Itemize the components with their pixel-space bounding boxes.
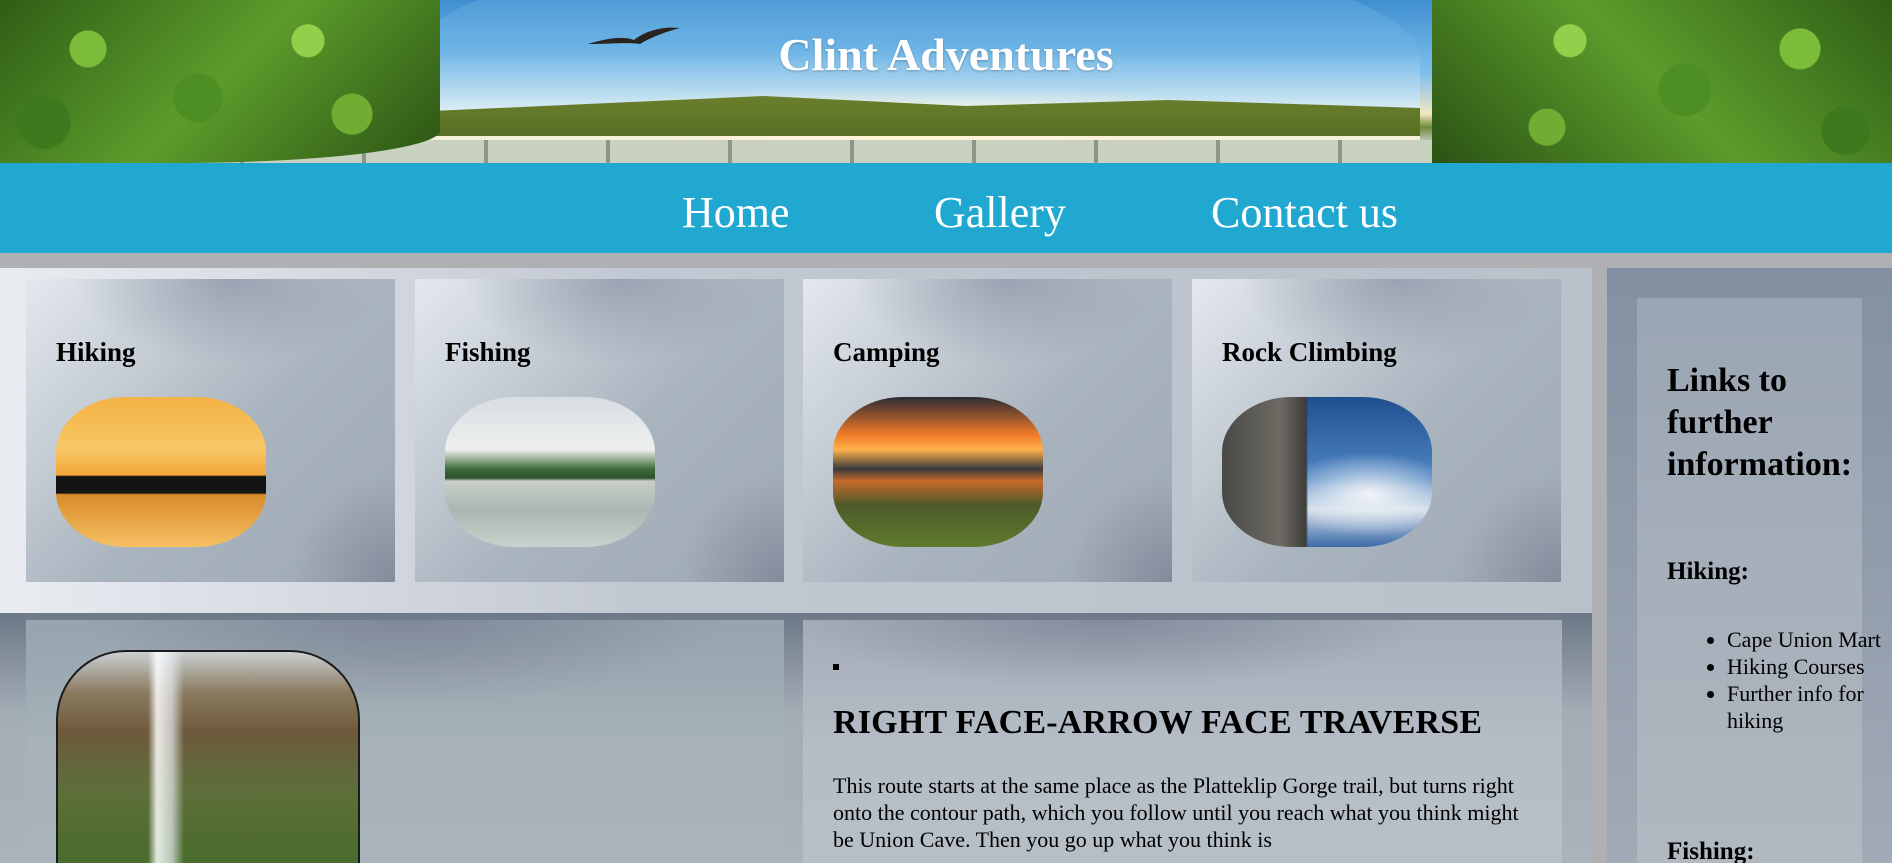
rock-climbing-image[interactable] xyxy=(1222,397,1432,547)
fishing-image[interactable] xyxy=(445,397,655,547)
hiking-links-list: Cape Union Mart Hiking Courses Further i… xyxy=(1727,626,1887,734)
link-cape-union-mart[interactable]: Cape Union Mart xyxy=(1727,626,1887,653)
links-sidebar: Links to further information: Hiking: Ca… xyxy=(1607,268,1892,863)
activity-title: Rock Climbing xyxy=(1222,337,1397,367)
feature-image-panel xyxy=(26,620,784,863)
waterfall-image xyxy=(56,650,360,863)
bullet-marker xyxy=(833,664,839,670)
feature-heading: RIGHT FACE-ARROW FACE TRAVERSE xyxy=(833,704,1483,741)
hiking-image[interactable] xyxy=(56,397,266,547)
main-nav: Home Gallery Contact us xyxy=(0,163,1892,253)
nav-home-link[interactable]: Home xyxy=(682,187,790,238)
sidebar-heading-hiking: Hiking: xyxy=(1667,558,1749,585)
banner-foliage-right xyxy=(1432,0,1892,163)
activity-card-fishing[interactable]: Fishing xyxy=(415,279,784,582)
site-title: Clint Adventures xyxy=(778,29,1114,80)
link-hiking-courses[interactable]: Hiking Courses xyxy=(1727,653,1887,680)
activity-cards-row: Hiking Fishing Camping Rock Climbing xyxy=(0,268,1592,613)
sidebar-heading-fishing: Fishing: xyxy=(1667,838,1755,863)
activity-card-camping[interactable]: Camping xyxy=(803,279,1172,582)
main-content: Hiking Fishing Camping Rock Climbing RIG… xyxy=(0,253,1892,863)
activity-card-hiking[interactable]: Hiking xyxy=(26,279,395,582)
activity-card-rock-climbing[interactable]: Rock Climbing xyxy=(1192,279,1561,582)
feature-body: This route starts at the same place as t… xyxy=(833,773,1519,852)
activity-title: Hiking xyxy=(56,337,136,367)
activity-title: Fishing xyxy=(445,337,531,367)
sidebar-title: Links to further information: xyxy=(1667,362,1853,483)
banner-foliage-left xyxy=(0,0,440,163)
header-banner: Clint Adventures xyxy=(0,0,1892,163)
feature-text-panel: RIGHT FACE-ARROW FACE TRAVERSE This rout… xyxy=(803,620,1562,863)
link-further-info-hiking[interactable]: Further info for hiking xyxy=(1727,680,1887,734)
nav-contact-link[interactable]: Contact us xyxy=(1211,187,1398,238)
nav-gallery-link[interactable]: Gallery xyxy=(934,187,1066,238)
activities-section: Hiking Fishing Camping Rock Climbing RIG… xyxy=(0,268,1592,863)
feature-row: RIGHT FACE-ARROW FACE TRAVERSE This rout… xyxy=(0,613,1592,863)
camping-image[interactable] xyxy=(833,397,1043,547)
activity-title: Camping xyxy=(833,337,940,367)
